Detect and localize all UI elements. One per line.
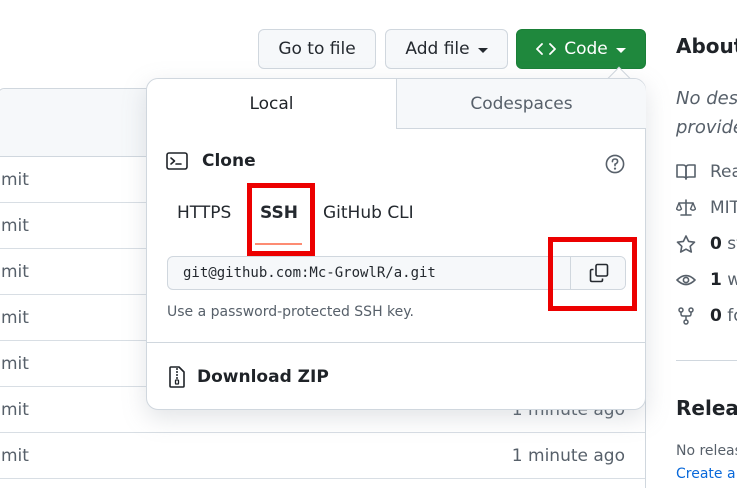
- readme-label: Rea: [710, 162, 737, 182]
- clone-url-text[interactable]: git@github.com:Mc-GrowlR/a.git: [183, 265, 436, 281]
- commit-message[interactable]: mit: [1, 446, 29, 466]
- commit-message[interactable]: mit: [1, 308, 29, 328]
- star-icon: [676, 235, 696, 253]
- table-row[interactable]: mit 1 minute ago: [0, 433, 645, 479]
- protocol-tab-github-cli[interactable]: GitHub CLI: [323, 203, 414, 223]
- watchers-label: w: [727, 270, 737, 290]
- question-icon[interactable]: [605, 154, 625, 174]
- code-label: Code: [564, 39, 608, 59]
- forks-link[interactable]: 0 fo: [676, 306, 737, 326]
- commit-message[interactable]: mit: [1, 170, 29, 190]
- terminal-icon: [166, 152, 188, 170]
- caret-down-icon: [615, 47, 626, 53]
- about-heading: About: [676, 34, 737, 58]
- license-link[interactable]: MIT: [676, 198, 737, 218]
- clone-heading: Clone: [166, 151, 256, 171]
- eye-icon: [676, 274, 696, 286]
- description-line: No des: [676, 88, 737, 109]
- watchers-link[interactable]: 1 w: [676, 270, 737, 290]
- download-zip-label: Download ZIP: [197, 367, 329, 387]
- license-label: MIT: [710, 198, 737, 218]
- commit-message[interactable]: mit: [1, 262, 29, 282]
- code-icon: [536, 43, 557, 55]
- law-icon: [676, 199, 696, 216]
- tab-local[interactable]: Local: [147, 79, 396, 129]
- clone-title: Clone: [202, 151, 256, 171]
- create-release-link[interactable]: Create a: [676, 466, 736, 482]
- protocol-tab-https[interactable]: HTTPS: [177, 203, 231, 223]
- watchers-count: 1: [710, 270, 722, 290]
- about-description: No des provide: [676, 84, 737, 142]
- fork-icon: [678, 307, 694, 325]
- ssh-note: Use a password-protected SSH key.: [167, 304, 415, 320]
- copy-highlight-box: [548, 237, 637, 311]
- readme-link[interactable]: Rea: [676, 162, 737, 182]
- stars-label: st: [727, 234, 737, 254]
- add-file-label: Add file: [405, 39, 470, 59]
- tab-codespaces[interactable]: Codespaces: [396, 79, 646, 129]
- popover-divider: [147, 342, 645, 343]
- download-zip-button[interactable]: Download ZIP: [169, 366, 329, 388]
- go-to-file-button[interactable]: Go to file: [258, 29, 376, 69]
- forks-label: fo: [727, 306, 737, 326]
- caret-down-icon: [477, 47, 488, 53]
- file-zip-icon: [169, 366, 185, 388]
- book-icon: [676, 164, 696, 180]
- forks-count: 0: [710, 306, 722, 326]
- description-line: provide: [676, 117, 737, 138]
- commit-message[interactable]: mit: [1, 216, 29, 236]
- commit-message[interactable]: mit: [1, 354, 29, 374]
- ssh-highlight-box: [247, 183, 315, 256]
- commit-time: 1 minute ago: [511, 446, 625, 466]
- add-file-button[interactable]: Add file: [385, 29, 508, 69]
- go-to-file-label: Go to file: [278, 39, 356, 59]
- sidebar-divider: [676, 360, 737, 361]
- commit-message[interactable]: mit: [1, 400, 29, 420]
- stars-count: 0: [710, 234, 722, 254]
- releases-heading[interactable]: Releas: [676, 396, 737, 420]
- code-button[interactable]: Code: [516, 29, 646, 69]
- no-releases-text: No releas: [676, 443, 737, 459]
- stars-link[interactable]: 0 st: [676, 234, 737, 254]
